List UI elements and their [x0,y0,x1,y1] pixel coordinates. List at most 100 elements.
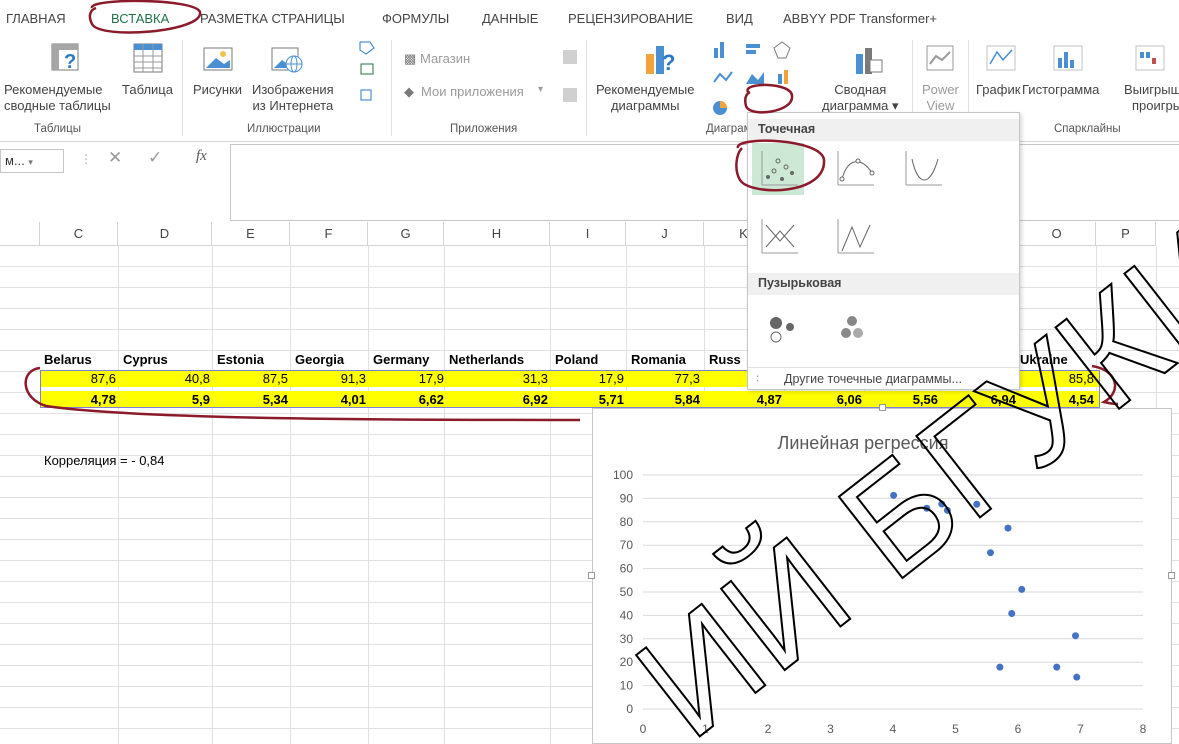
cell-value[interactable]: 6,06 [786,392,862,407]
my-apps-button[interactable]: Мои приложения [421,84,524,100]
scatter-straight-lines-option[interactable] [828,211,880,263]
cell-poland[interactable]: Poland [555,352,598,367]
ribbon-tabs: ГЛАВНАЯ ВСТАВКА РАЗМЕТКА СТРАНИЦЫ ФОРМУЛ… [0,0,1179,36]
cell-value[interactable]: 85,8 [1020,371,1094,386]
cell-value[interactable]: 91,3 [294,371,366,386]
recommended-charts-icon[interactable]: ? [642,42,678,76]
column-header-c[interactable]: C [40,222,118,246]
pictures-icon[interactable] [202,44,236,74]
cell-value[interactable]: 87,5 [216,371,288,386]
cell-germany[interactable]: Germany [373,352,429,367]
store-icon[interactable]: ▩ [404,51,416,67]
cell-estonia[interactable]: Estonia [217,352,264,367]
cell-value[interactable]: 4,87 [706,392,782,407]
cell-ukraine[interactable]: Ukraine [1020,352,1068,367]
cell-value[interactable]: 4,01 [294,392,366,407]
column-header-e[interactable]: E [212,222,290,246]
cell-value[interactable]: 17,9 [554,371,624,386]
cell-belarus[interactable]: Belarus [44,352,92,367]
recommended-charts-label[interactable]: Рекомендуемые диаграммы [596,82,694,114]
tab-review[interactable]: РЕЦЕНЗИРОВАНИЕ [568,11,693,26]
tab-view[interactable]: ВИД [726,11,753,26]
sparkline-column-label[interactable]: Гистограмма [1022,82,1099,98]
online-pictures-label[interactable]: Изображения из Интернета [252,82,334,114]
pivot-chart-label[interactable]: Сводная диаграмма ▾ [822,82,899,114]
shapes-icons[interactable] [356,38,380,116]
cell-value[interactable]: 40,8 [122,371,210,386]
cell-value[interactable]: 4,54 [1020,392,1094,407]
apps-side-icons [563,50,577,102]
cell-value[interactable]: 5,34 [216,392,288,407]
column-header-o[interactable]: O [1018,222,1096,246]
cell-value[interactable]: 31,3 [448,371,548,386]
scatter-markers-option[interactable] [752,143,804,195]
cell-value[interactable]: 6,94 [942,392,1016,407]
cell-value[interactable]: 6,62 [372,392,444,407]
sparkline-column-icon[interactable] [1052,44,1084,72]
cell-value[interactable]: 5,84 [630,392,700,407]
name-box[interactable]: м... ▾ [0,149,64,173]
cell-value[interactable]: 6,92 [448,392,548,407]
tab-data[interactable]: ДАННЫЕ [482,11,538,26]
scatter-chart[interactable]: Линейная регрессия 0 10 20 30 40 50 60 70 80 90 100… [592,408,1172,744]
resize-handle[interactable] [588,572,595,579]
tab-page-layout[interactable]: РАЗМЕТКА СТРАНИЦЫ [200,11,345,26]
sparkline-line-icon[interactable] [985,44,1017,72]
pictures-label[interactable]: Рисунки [193,82,242,98]
power-view-label[interactable]: Power View [922,82,959,114]
correlation-text[interactable]: Корреляция = - 0,84 [44,453,165,468]
tab-home[interactable]: ГЛАВНАЯ [6,11,66,26]
my-apps-icon[interactable]: ◆ [404,84,414,100]
enter-icon[interactable]: ✓ [148,148,162,168]
column-header-i[interactable]: I [550,222,626,246]
column-header-f[interactable]: F [290,222,368,246]
cancel-icon[interactable]: ✕ [108,148,122,168]
cell-russia[interactable]: Russ [709,352,741,367]
pivot-table-icon[interactable]: ? [50,42,80,74]
column-header-g[interactable]: G [368,222,444,246]
cell-value[interactable]: 17,9 [372,371,444,386]
pivot-chart-icon[interactable] [852,44,886,76]
cell-value[interactable]: 87,6 [44,371,116,386]
more-scatter-charts-option[interactable]: ∶ Другие точечные диаграммы... [748,367,1019,389]
cell-value[interactable]: 77,3 [630,371,700,386]
x-tick-label: 1 [702,722,709,736]
tab-insert[interactable]: ВСТАВКА [111,11,169,26]
scatter-straight-lines-markers-option[interactable] [752,211,804,263]
cell-romania[interactable]: Romania [631,352,686,367]
power-view-icon[interactable] [925,44,955,74]
cell-value[interactable]: 5,71 [554,392,624,407]
tab-formulas[interactable]: ФОРМУЛЫ [382,11,449,26]
resize-handle[interactable] [1168,572,1175,579]
cell-georgia[interactable]: Georgia [295,352,344,367]
bubble-3d-option[interactable] [828,303,880,355]
pivot-table-label[interactable]: Рекомендуемые сводные таблицы [4,82,111,114]
chevron-down-icon[interactable]: ▾ [538,84,543,95]
bubble-option[interactable] [758,303,810,355]
scatter-smooth-lines-option[interactable] [896,143,948,195]
column-header-d[interactable]: D [118,222,212,246]
chart-type-icons[interactable] [710,38,820,118]
formula-input[interactable] [230,144,1179,221]
table-label[interactable]: Таблица [122,82,173,98]
table-icon[interactable] [132,42,164,74]
sparkline-winloss-label[interactable]: Выигрыш/проигрыш [1124,82,1179,114]
scatter-smooth-lines-markers-option[interactable] [828,143,880,195]
y-tick-label: 100 [613,468,633,482]
cell-value[interactable]: 4,78 [44,392,116,407]
store-button[interactable]: Магазин [420,51,470,67]
cell-value[interactable]: 5,56 [866,392,938,407]
cell-cyprus[interactable]: Cyprus [123,352,168,367]
online-pictures-icon[interactable] [270,44,304,74]
more-dots-icon: ⋮ [80,152,92,166]
cell-netherlands[interactable]: Netherlands [449,352,524,367]
resize-handle[interactable] [879,404,886,411]
sparkline-winloss-icon[interactable] [1134,44,1166,72]
column-header-h[interactable]: H [444,222,550,246]
tab-abbyy[interactable]: ABBYY PDF Transformer+ [783,11,937,26]
insert-function-icon[interactable]: fx [196,148,207,165]
column-header-p[interactable]: P [1096,222,1156,246]
sparkline-line-label[interactable]: График [976,82,1020,98]
column-header-j[interactable]: J [626,222,704,246]
cell-value[interactable]: 5,9 [122,392,210,407]
